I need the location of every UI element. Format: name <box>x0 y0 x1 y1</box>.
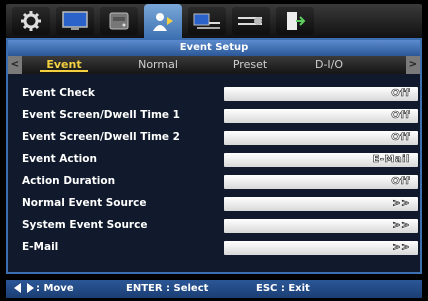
exit-icon[interactable] <box>276 7 314 35</box>
tab-prev-button[interactable]: < <box>8 56 22 74</box>
setting-label: Event Check <box>22 87 95 99</box>
gear-icon[interactable] <box>12 7 50 35</box>
submenu-arrow-field[interactable]: >> <box>224 241 418 255</box>
tab-preset[interactable]: Preset <box>222 56 278 74</box>
left-right-arrow-icon <box>14 283 34 293</box>
submenu-arrow-field[interactable]: >> <box>224 197 418 211</box>
network-icon[interactable] <box>188 7 226 35</box>
key-hint-bar: : Move ENTER : Select ESC : Exit <box>6 280 422 298</box>
setting-label: Action Duration <box>22 175 116 187</box>
display-icon[interactable] <box>56 7 94 35</box>
setting-label: E-Mail <box>22 241 59 253</box>
setting-label: Normal Event Source <box>22 197 147 209</box>
event-setup-panel: Event Setup < Event Normal Preset D-I/O … <box>6 38 422 274</box>
setting-value-field[interactable]: Off <box>224 109 418 123</box>
tab-normal[interactable]: Normal <box>128 56 188 74</box>
tab-bar: < Event Normal Preset D-I/O > <box>8 56 420 74</box>
active-tab-indicator <box>40 70 88 72</box>
settings-list: Event Check Off Event Screen/Dwell Time … <box>8 84 420 260</box>
tab-dio[interactable]: D-I/O <box>304 56 354 74</box>
setting-row-normal-event-source[interactable]: Normal Event Source >> <box>8 194 420 216</box>
setting-row-dwell-time-1[interactable]: Event Screen/Dwell Time 1 Off <box>8 106 420 128</box>
setting-row-email[interactable]: E-Mail >> <box>8 238 420 260</box>
window-title: Event Setup <box>8 40 420 56</box>
tab-event[interactable]: Event <box>38 56 90 74</box>
select-hint: ENTER : Select <box>126 283 209 294</box>
setting-label: Event Action <box>22 153 97 165</box>
move-hint: : Move <box>14 280 74 298</box>
hdd-icon[interactable] <box>100 7 138 35</box>
move-hint-text: : Move <box>36 283 74 294</box>
event-person-icon[interactable] <box>144 4 182 40</box>
setting-value-field[interactable]: E-Mail <box>224 153 418 167</box>
setting-row-event-action[interactable]: Event Action E-Mail <box>8 150 420 172</box>
icon-menu-bar <box>6 4 422 40</box>
setting-value-field[interactable]: Off <box>224 131 418 145</box>
tab-next-button[interactable]: > <box>406 56 420 74</box>
submenu-arrow-field[interactable]: >> <box>224 219 418 233</box>
setting-value-field[interactable]: Off <box>224 175 418 189</box>
setting-row-dwell-time-2[interactable]: Event Screen/Dwell Time 2 Off <box>8 128 420 150</box>
setting-label: System Event Source <box>22 219 148 231</box>
setting-row-system-event-source[interactable]: System Event Source >> <box>8 216 420 238</box>
osd-screen: Event Setup < Event Normal Preset D-I/O … <box>0 0 428 301</box>
setting-label: Event Screen/Dwell Time 2 <box>22 131 180 143</box>
setting-row-action-duration[interactable]: Action Duration Off <box>8 172 420 194</box>
exit-hint: ESC : Exit <box>256 283 310 294</box>
setting-value-field[interactable]: Off <box>224 87 418 101</box>
setting-row-event-check[interactable]: Event Check Off <box>8 84 420 106</box>
device-sliders-icon[interactable] <box>232 7 270 35</box>
setting-label: Event Screen/Dwell Time 1 <box>22 109 180 121</box>
